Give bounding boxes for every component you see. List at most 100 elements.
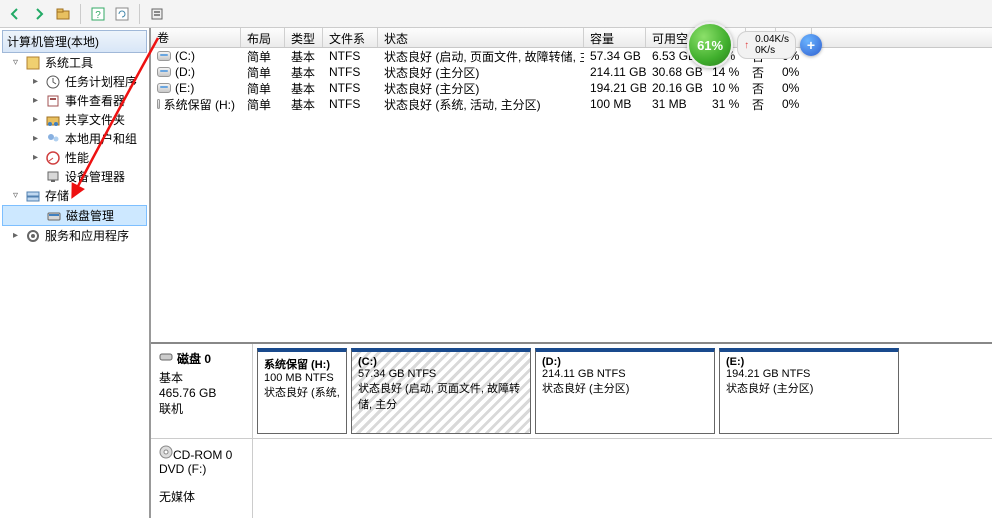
expand-icon[interactable]: ▸ <box>30 152 41 163</box>
tree-node-perf[interactable]: ▸性能 <box>2 148 147 167</box>
back-icon[interactable] <box>4 3 26 25</box>
tree-root[interactable]: 计算机管理(本地) <box>2 30 147 53</box>
properties-icon[interactable] <box>146 3 168 25</box>
volume-row[interactable]: (C:) 简单 基本 NTFS 状态良好 (启动, 页面文件, 故障转储, 主分… <box>151 48 992 64</box>
vol-free: 20.16 GB <box>646 81 706 95</box>
refresh-icon[interactable] <box>111 3 133 25</box>
vol-layout: 简单 <box>241 96 285 113</box>
volume-row[interactable]: (D:) 简单 基本 NTFS 状态良好 (主分区) 214.11 GB 30.… <box>151 64 992 80</box>
partition[interactable]: (D:) 214.11 GB NTFS 状态良好 (主分区) <box>535 348 715 434</box>
part-name: 系统保留 (H:) <box>264 356 340 372</box>
badge-plus[interactable]: + <box>800 34 822 56</box>
expand-icon[interactable]: ▸ <box>30 114 41 125</box>
tree-node-services[interactable]: ▸ 服务和应用程序 <box>2 226 147 245</box>
disk-type: 基本 <box>159 369 244 386</box>
disk-row: 磁盘 0 基本 465.76 GB 联机 系统保留 (H:) 100 MB NT… <box>151 344 992 439</box>
col-volume[interactable]: 卷 <box>151 28 241 47</box>
tree-node-share[interactable]: ▸ 共享文件夹 <box>2 110 147 129</box>
net-speed-box[interactable]: ↑ 0.04K/s 0K/s <box>737 31 796 59</box>
tree-label: 服务和应用程序 <box>45 227 129 244</box>
vol-status: 状态良好 (启动, 页面文件, 故障转储, 主分区) <box>378 48 584 65</box>
tree-label: 共享文件夹 <box>65 111 125 128</box>
help-icon[interactable]: ? <box>87 3 109 25</box>
perf-icon <box>45 150 61 166</box>
forward-icon[interactable] <box>28 3 50 25</box>
partition[interactable]: 系统保留 (H:) 100 MB NTFS 状态良好 (系统, <box>257 348 347 434</box>
part-size: 214.11 GB NTFS <box>542 368 708 380</box>
system-widget[interactable]: 61% ↑ 0.04K/s 0K/s + <box>687 22 822 68</box>
col-status[interactable]: 状态 <box>378 28 584 47</box>
volume-header[interactable]: 卷 布局 类型 文件系统 状态 容量 可用空间 容 <box>151 28 992 48</box>
net-up: 0.04K/s <box>755 34 789 45</box>
partition[interactable]: (C:) 57.34 GB NTFS 状态良好 (启动, 页面文件, 故障转储,… <box>351 348 531 434</box>
volume-list[interactable]: (C:) 简单 基本 NTFS 状态良好 (启动, 页面文件, 故障转储, 主分… <box>151 48 992 342</box>
nav-tree[interactable]: 计算机管理(本地) ▿系统工具 ▸ 任务计划程序 ▸ 事件查看器 ▸ 共享文件夹▸本地用户和… <box>0 28 150 518</box>
part-status: 状态良好 (系统, <box>264 384 340 400</box>
expand-icon[interactable]: ▸ <box>10 230 21 241</box>
cdrom-info[interactable]: CD-ROM 0 DVD (F:) 无媒体 <box>151 439 253 518</box>
part-name: (E:) <box>726 356 892 368</box>
col-layout[interactable]: 布局 <box>241 28 285 47</box>
col-capacity[interactable]: 容量 <box>584 28 646 47</box>
tree-node-event[interactable]: ▸ 事件查看器 <box>2 91 147 110</box>
svg-text:?: ? <box>95 10 101 21</box>
disk-name: 磁盘 0 <box>177 350 211 367</box>
folder-icon[interactable] <box>52 3 74 25</box>
cdrom-area <box>253 439 992 518</box>
usage-circle[interactable]: 61% <box>687 22 733 68</box>
tools-icon <box>25 55 41 71</box>
disk-info[interactable]: 磁盘 0 基本 465.76 GB 联机 <box>151 344 253 438</box>
share-icon <box>45 112 61 128</box>
expand-icon[interactable]: ▸ <box>30 76 41 87</box>
tree-node-task[interactable]: ▸ 任务计划程序 <box>2 72 147 91</box>
col-fs[interactable]: 文件系统 <box>323 28 378 47</box>
vol-cap: 214.11 GB <box>584 65 646 79</box>
tree-label: 事件查看器 <box>65 92 125 109</box>
tree-node-storage[interactable]: ▿存储 <box>2 186 147 205</box>
storage-icon <box>25 188 41 204</box>
tree-node-device[interactable]: 设备管理器 <box>2 167 147 186</box>
device-icon <box>45 169 61 185</box>
users-icon <box>45 131 61 147</box>
tree-label: 任务计划程序 <box>65 73 137 90</box>
badge-label: + <box>807 37 815 53</box>
vol-name: (E:) <box>175 81 194 95</box>
tree-node-tools[interactable]: ▿系统工具 <box>2 53 147 72</box>
vol-cap: 57.34 GB <box>584 49 646 63</box>
part-size: 57.34 GB NTFS <box>358 368 524 380</box>
disk-partitions: 系统保留 (H:) 100 MB NTFS 状态良好 (系统,(C:) 57.3… <box>253 344 992 438</box>
expand-icon[interactable]: ▿ <box>10 57 21 68</box>
cdrom-row: CD-ROM 0 DVD (F:) 无媒体 <box>151 439 992 518</box>
toolbar: ? <box>0 0 992 28</box>
vol-cap: 100 MB <box>584 97 646 111</box>
disk-graphical: 磁盘 0 基本 465.76 GB 联机 系统保留 (H:) 100 MB NT… <box>151 342 992 518</box>
vol-type: 基本 <box>285 96 323 113</box>
cdrom-status: 无媒体 <box>159 488 244 505</box>
expand-icon[interactable] <box>31 210 42 221</box>
content: 卷 布局 类型 文件系统 状态 容量 可用空间 容 (C:) 简单 基本 NTF… <box>150 28 992 518</box>
part-name: (C:) <box>358 356 524 368</box>
tree-node-users[interactable]: ▸本地用户和组 <box>2 129 147 148</box>
expand-icon[interactable]: ▿ <box>10 190 21 201</box>
vol-layout: 简单 <box>241 64 285 81</box>
disk-size: 465.76 GB <box>159 386 244 400</box>
tree-node-diskmgmt[interactable]: 磁盘管理 <box>2 205 147 226</box>
task-icon <box>45 74 61 90</box>
part-status: 状态良好 (主分区) <box>542 380 708 396</box>
col-type[interactable]: 类型 <box>285 28 323 47</box>
main: 计算机管理(本地) ▿系统工具 ▸ 任务计划程序 ▸ 事件查看器 ▸ 共享文件夹▸本地用户和… <box>0 28 992 518</box>
volume-row[interactable]: (E:) 简单 基本 NTFS 状态良好 (主分区) 194.21 GB 20.… <box>151 80 992 96</box>
expand-icon[interactable]: ▸ <box>30 133 41 144</box>
partition[interactable]: (E:) 194.21 GB NTFS 状态良好 (主分区) <box>719 348 899 434</box>
tree-label: 磁盘管理 <box>66 207 114 224</box>
part-name: (D:) <box>542 356 708 368</box>
separator <box>139 4 140 24</box>
vol-cap: 194.21 GB <box>584 81 646 95</box>
expand-icon[interactable] <box>30 171 41 182</box>
vol-name: (D:) <box>175 65 195 79</box>
disk-icon <box>159 350 173 367</box>
vol-fs: NTFS <box>323 97 378 111</box>
expand-icon[interactable]: ▸ <box>30 95 41 106</box>
vol-fs: NTFS <box>323 49 378 63</box>
volume-row[interactable]: 系统保留 (H:) 简单 基本 NTFS 状态良好 (系统, 活动, 主分区) … <box>151 96 992 112</box>
